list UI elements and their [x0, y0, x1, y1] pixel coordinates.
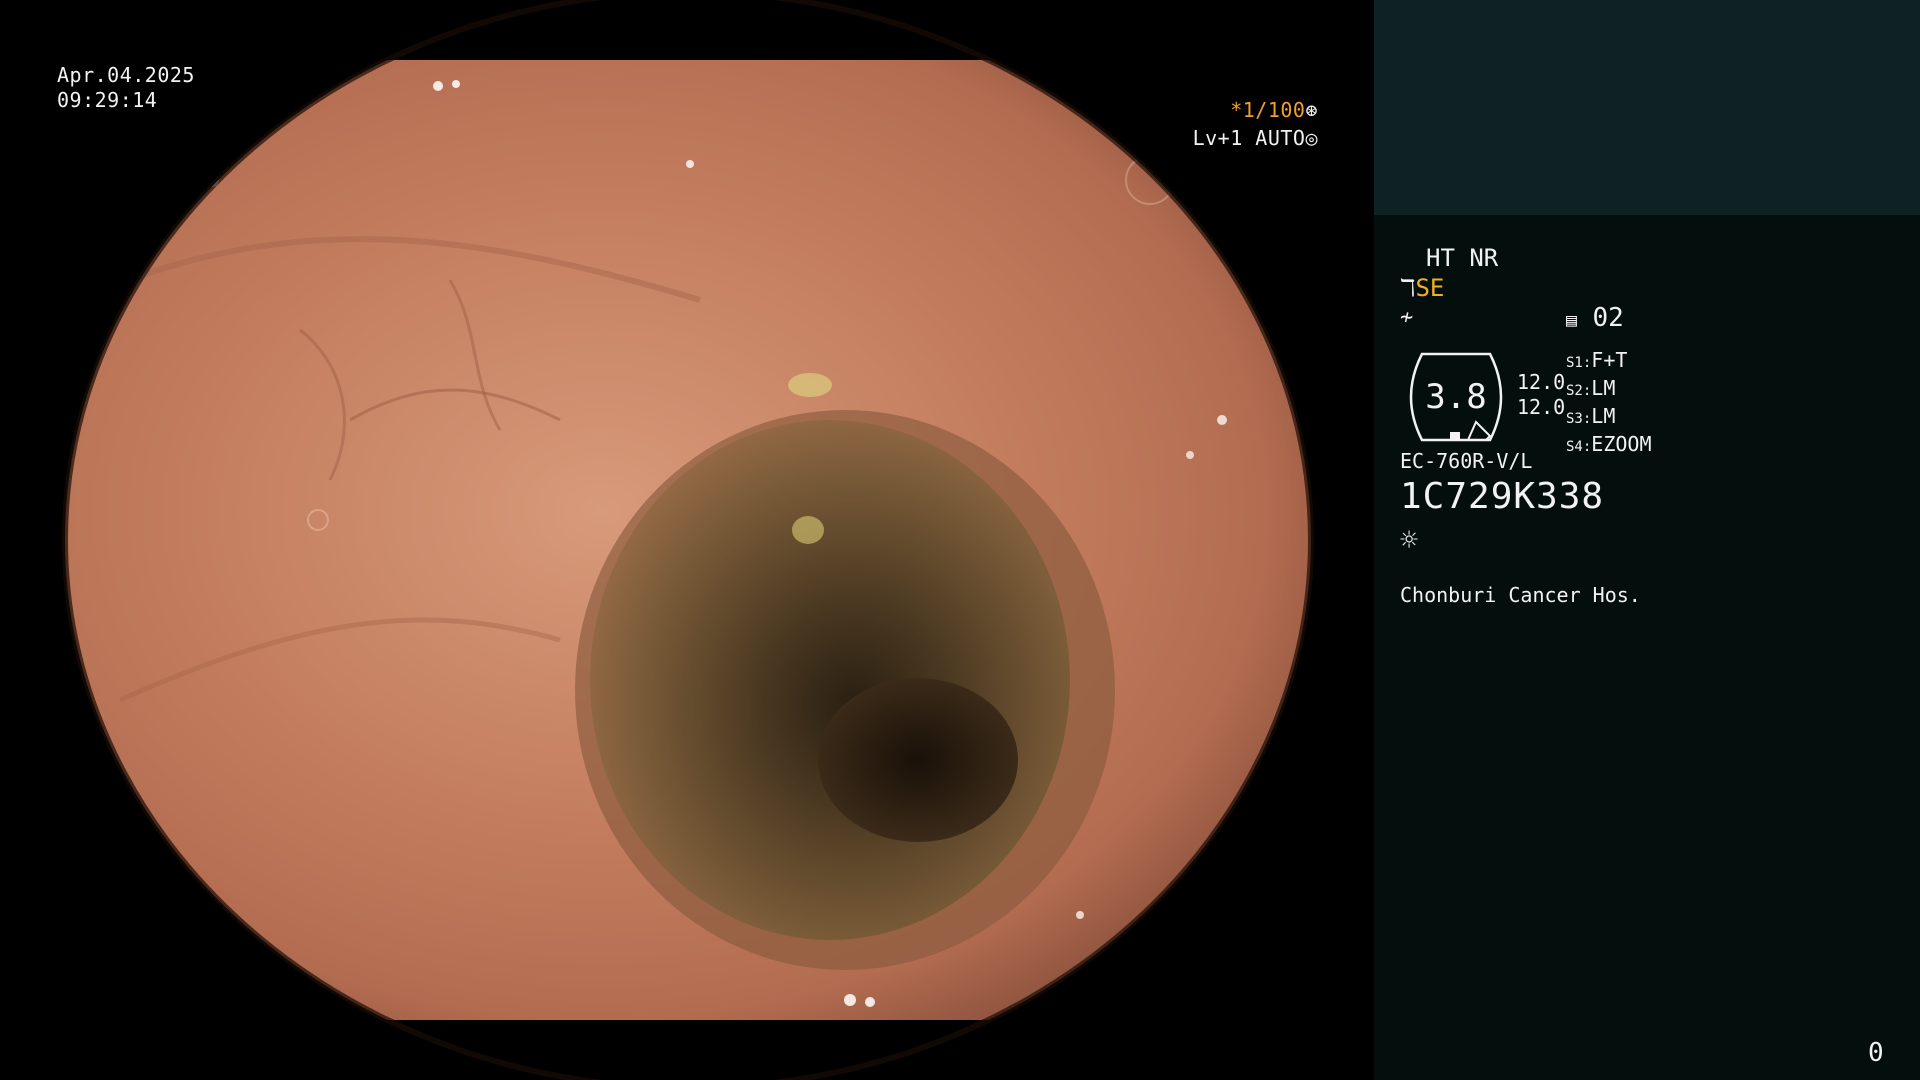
endoscope-image [62, 0, 1314, 1080]
level-value: Lv+1 AUTO [1192, 126, 1306, 150]
iris-icon: ◎ [1305, 126, 1318, 150]
numeric-readout-2: 12.0 [1517, 395, 1566, 419]
enhance-icon: ℸ [1400, 274, 1416, 302]
memo-icon: ▤ [1566, 310, 1577, 331]
switch-mode-item: S3:LM [1566, 404, 1616, 428]
enhance-row: ℸSE [1400, 275, 1444, 301]
time-text: 09:29:14 [57, 88, 158, 112]
switch-modes: S1:F+T S2:LM S3:LM S4:EZOOM [1566, 348, 1652, 460]
aperture-icon: ⊛ [1305, 98, 1318, 122]
info-panel-header-area [1374, 0, 1920, 215]
enhance-value: SE [1415, 274, 1445, 302]
numeric-readout-1: 12.0 [1517, 370, 1566, 394]
structure-icon: ≁ [1400, 305, 1414, 330]
gauge-value: 3.8 [1425, 377, 1487, 417]
light-icon: ☼ [1400, 523, 1419, 558]
memo-row: ▤ 02 [1566, 305, 1624, 334]
image-counter: 0 [1868, 1038, 1884, 1068]
endoscope-video-area: Apr.04.2025 09:29:14 *1/100⊛ Lv+1 AUTO◎ [0, 0, 1374, 1080]
switch-mode-item: S1:F+T [1566, 348, 1628, 372]
level-readout: Lv+1 AUTO◎ [1193, 126, 1318, 151]
hospital-name: Chonburi Cancer Hos. [1400, 583, 1641, 607]
scope-serial: 1C729K338 [1400, 476, 1605, 517]
memo-value: 02 [1592, 303, 1624, 333]
switch-mode-item: S4:EZOOM [1566, 432, 1652, 456]
numeric-readouts: 12.0 12.0 [1517, 370, 1565, 420]
shutter-readout: *1/100⊛ [1230, 98, 1318, 123]
shutter-value: *1/100 [1230, 98, 1306, 122]
mode-text: HT NR [1426, 244, 1499, 272]
scope-model: EC-760R-V/L [1400, 449, 1533, 473]
date-text: Apr.04.2025 [57, 63, 195, 87]
switch-mode-item: S2:LM [1566, 376, 1616, 400]
